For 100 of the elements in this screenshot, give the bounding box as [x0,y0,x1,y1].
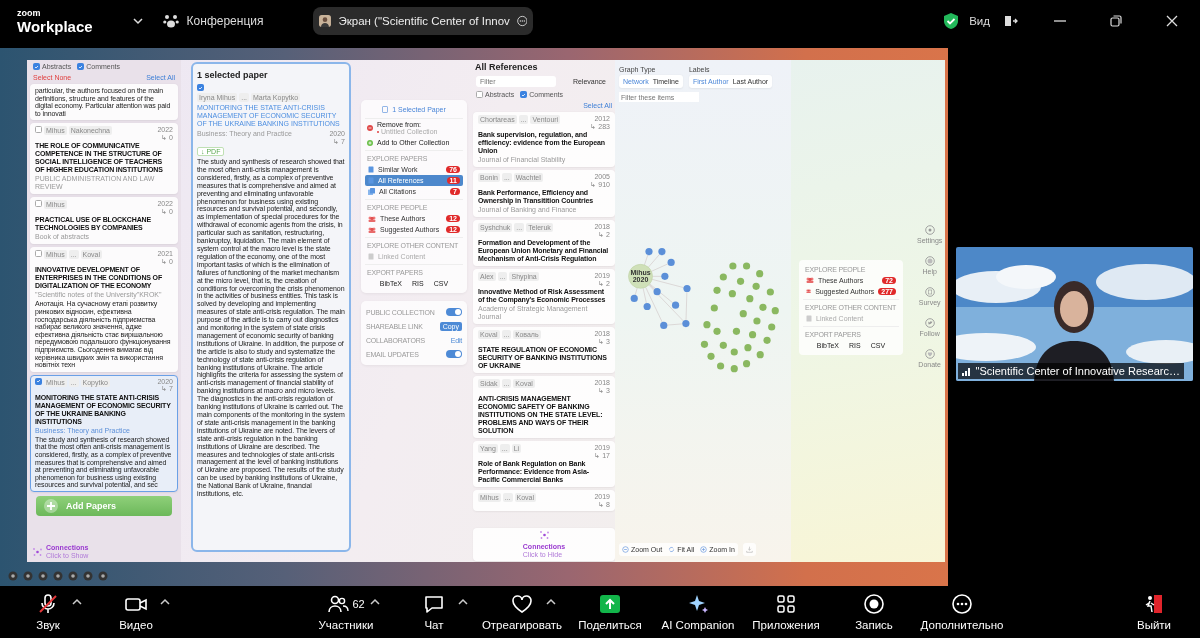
leave-door-icon [1143,592,1165,615]
graph-node[interactable] [753,317,761,325]
graph-node[interactable] [710,304,718,312]
graph-node[interactable] [630,294,638,302]
add-papers-button[interactable]: Add Papers [36,495,172,516]
checkbox[interactable] [197,84,204,91]
linked-content-icon [806,314,812,322]
graph-node[interactable] [700,340,709,348]
avatar-icon [319,12,332,30]
graph-node[interactable] [653,288,661,296]
signal-icon [961,365,972,376]
graph-node[interactable] [732,327,741,335]
checkbox[interactable] [33,63,40,70]
toolbar-button[interactable]: Запись [830,592,918,631]
toolbar-button[interactable]: 62 Участники [302,592,390,631]
graph-node[interactable] [703,321,711,329]
graph-node[interactable] [707,352,715,360]
restore-icon[interactable] [1110,15,1122,27]
plus-circle-icon [367,139,373,146]
toolbar-button[interactable]: AI Companion [654,592,742,631]
chat-bubble-icon [423,593,445,614]
graph-node[interactable] [682,320,690,328]
toolbar-button[interactable]: Дополнительно [918,592,1006,631]
graph-edge [634,287,638,296]
toggle-switch[interactable] [446,308,462,316]
graph-node[interactable] [660,321,668,329]
graph-node[interactable] [763,336,771,344]
graph-node[interactable] [719,341,727,349]
checkbox[interactable] [520,91,528,98]
paper-card[interactable] [30,247,178,372]
toggle-switch[interactable] [446,350,462,358]
heart-icon [511,593,533,614]
graph-node[interactable] [746,295,754,303]
caret-icon[interactable] [370,597,380,606]
toolbar-button[interactable]: Отреагировать [478,592,566,631]
download-icon [745,546,753,553]
apps-icon [775,592,797,615]
graph-node[interactable] [719,273,727,281]
caret-icon[interactable] [458,597,468,606]
graph-node[interactable] [730,348,738,356]
checkbox[interactable] [35,377,42,385]
caret-icon[interactable] [132,17,143,25]
graph-node[interactable] [713,327,721,335]
shield-check-icon[interactable] [943,12,960,30]
graph-node[interactable] [771,307,779,315]
view-layout-icon[interactable] [1004,14,1018,28]
graph-node[interactable] [671,301,680,309]
meeting-label[interactable]: Конференция [186,14,264,28]
graph-node[interactable] [661,272,669,280]
documents-icon [368,188,375,195]
graph-node[interactable] [768,323,776,331]
caret-icon[interactable] [72,597,82,606]
graph-node[interactable] [643,302,651,311]
graph-node[interactable] [756,351,764,359]
people-icon [368,215,376,222]
graph-node[interactable] [739,310,747,318]
close-icon[interactable] [1166,15,1178,27]
toolbar-button[interactable]: Приложения [742,592,830,631]
network-icon [33,547,42,556]
caret-icon[interactable] [160,597,170,606]
graph-node[interactable] [645,248,653,256]
graph-node[interactable] [744,344,752,352]
checkbox[interactable] [35,250,42,258]
linked-content-icon [368,253,374,260]
graph-node[interactable] [658,248,666,256]
help-icon [924,255,935,266]
graph-node[interactable] [756,270,764,278]
heart-icon [924,348,935,359]
panel-heading: 1 selected paper [197,70,269,80]
checkbox[interactable] [77,63,85,70]
graph-node[interactable] [728,290,736,298]
caret-icon[interactable] [546,597,556,606]
graph-node[interactable] [742,360,751,368]
checkbox[interactable] [35,200,42,208]
toolbar-button[interactable]: Поделиться [566,592,654,631]
toolbar-button[interactable]: Звук [4,592,92,631]
graph-node[interactable] [729,262,737,270]
share-indicator[interactable]: Экран ("Scientific Center of Innov [313,7,534,35]
people-icon [327,593,350,614]
graph-node[interactable] [742,262,751,270]
graph-node[interactable] [752,282,760,290]
graph-node[interactable] [683,284,691,293]
toolbar-button[interactable]: Видео [92,592,180,631]
graph-node[interactable] [748,331,757,339]
paper-card[interactable] [30,374,178,492]
app-name: Workplace [17,18,93,34]
graph-node[interactable] [667,258,675,266]
graph-node[interactable] [717,362,725,370]
graph-node[interactable] [713,286,721,294]
toolbar-button[interactable]: Выйти [1110,592,1198,631]
plus-icon [44,498,58,513]
checkbox[interactable] [35,126,42,134]
graph-node[interactable] [759,303,767,311]
graph-node[interactable] [730,365,738,373]
share-screen-icon [599,593,621,614]
toolbar-button[interactable]: Чат [390,592,478,631]
graph-node[interactable] [766,288,774,296]
graph-node[interactable] [736,277,745,285]
checkbox[interactable] [476,91,483,98]
view-menu[interactable]: Вид [969,15,990,27]
